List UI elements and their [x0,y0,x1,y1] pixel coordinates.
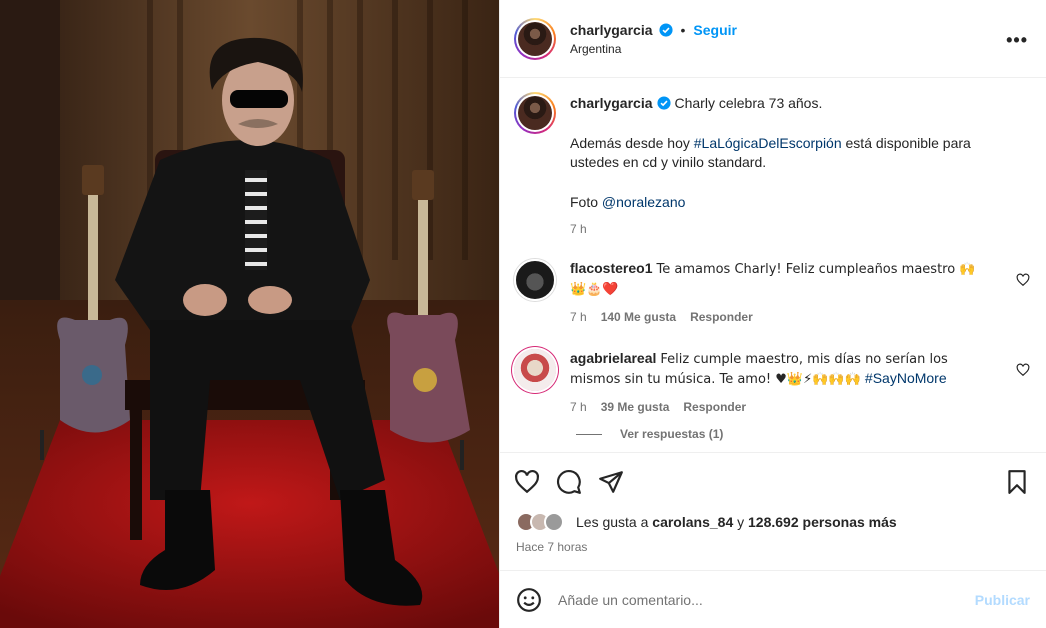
comment-emojis: 👑🎂❤️ [570,282,619,297]
view-replies-button[interactable]: Ver respuestas (1) [576,427,1032,441]
post-location[interactable]: Argentina [570,42,737,56]
caption-username[interactable]: charlygarcia [570,95,653,111]
author-username[interactable]: charlygarcia [570,22,653,38]
caption: charlygarcia Charly celebra 73 años. Adem… [514,92,1032,239]
more-options-icon[interactable]: ••• [1006,30,1028,51]
commenter-avatar[interactable] [514,259,556,301]
follow-button[interactable]: Seguir [693,22,737,38]
post-side-panel: charlygarcia • Seguir Argentina ••• char… [499,0,1046,628]
comment-text: Te amamos Charly! Feliz cumpleaños maest… [656,262,976,277]
comment-time[interactable]: 7 h [570,308,587,327]
like-comment-heart-icon[interactable] [1016,363,1030,377]
emoji-picker-icon[interactable] [516,587,542,613]
reply-button[interactable]: Responder [690,308,753,327]
comment-username[interactable]: agabrielareal [570,350,656,366]
like-comment-heart-icon[interactable] [1016,273,1030,287]
share-paper-plane-icon[interactable] [598,469,624,495]
like-heart-icon[interactable] [514,469,540,495]
caption-time[interactable]: 7 h [570,220,587,239]
comment-item: agabrielareal Feliz cumple maestro, mis d… [514,349,1032,417]
likes-mid: y [733,514,749,530]
comment-input[interactable] [558,591,975,608]
separator: • [680,21,686,38]
post-actions [500,452,1046,510]
caption-avatar[interactable] [514,92,556,134]
liker-username[interactable]: carolans_84 [652,514,733,530]
likes-prefix: Les gusta a [576,514,653,530]
caption-line-1: Charly celebra 73 años. [674,95,823,111]
comment-username[interactable]: flacostereo1 [570,260,652,276]
comment-likes[interactable]: 140 Me gusta [601,308,676,327]
mention-link[interactable]: @noralezano [602,194,686,210]
comment-bubble-icon[interactable] [556,469,582,495]
liker-avatars [516,512,572,532]
caption-line-3-pre: Foto [570,194,602,210]
photo-illustration [0,0,499,628]
view-replies-label: Ver respuestas (1) [620,427,724,441]
verified-badge-icon [658,22,673,37]
likes-summary: Les gusta a carolans_84 y 128.692 person… [500,510,1046,534]
hashtag-link[interactable]: #LaLógicaDelEscorpión [694,135,842,151]
verified-badge-icon [656,96,671,110]
comment-likes[interactable]: 39 Me gusta [601,398,670,417]
comment-time[interactable]: 7 h [570,398,587,417]
add-comment-bar: Publicar [500,570,1046,628]
comment-item: flacostereo1 Te amamos Charly! Feliz cump… [514,259,1032,327]
posted-time[interactable]: Hace 7 horas [500,534,1046,566]
hashtag-link[interactable]: #SayNoMore [865,370,947,386]
reply-button[interactable]: Responder [683,398,746,417]
caption-line-2-pre: Además desde hoy [570,135,694,151]
avatar[interactable] [514,17,556,60]
post-photo[interactable] [0,0,499,628]
commenter-avatar[interactable] [514,349,556,391]
likes-count[interactable]: 128.692 personas más [748,514,897,530]
post-header: charlygarcia • Seguir Argentina ••• [500,0,1046,78]
publish-button[interactable]: Publicar [975,592,1030,608]
save-bookmark-icon[interactable] [1004,469,1030,495]
replies-divider [576,433,602,435]
comments-section[interactable]: charlygarcia Charly celebra 73 años. Adem… [500,78,1046,452]
